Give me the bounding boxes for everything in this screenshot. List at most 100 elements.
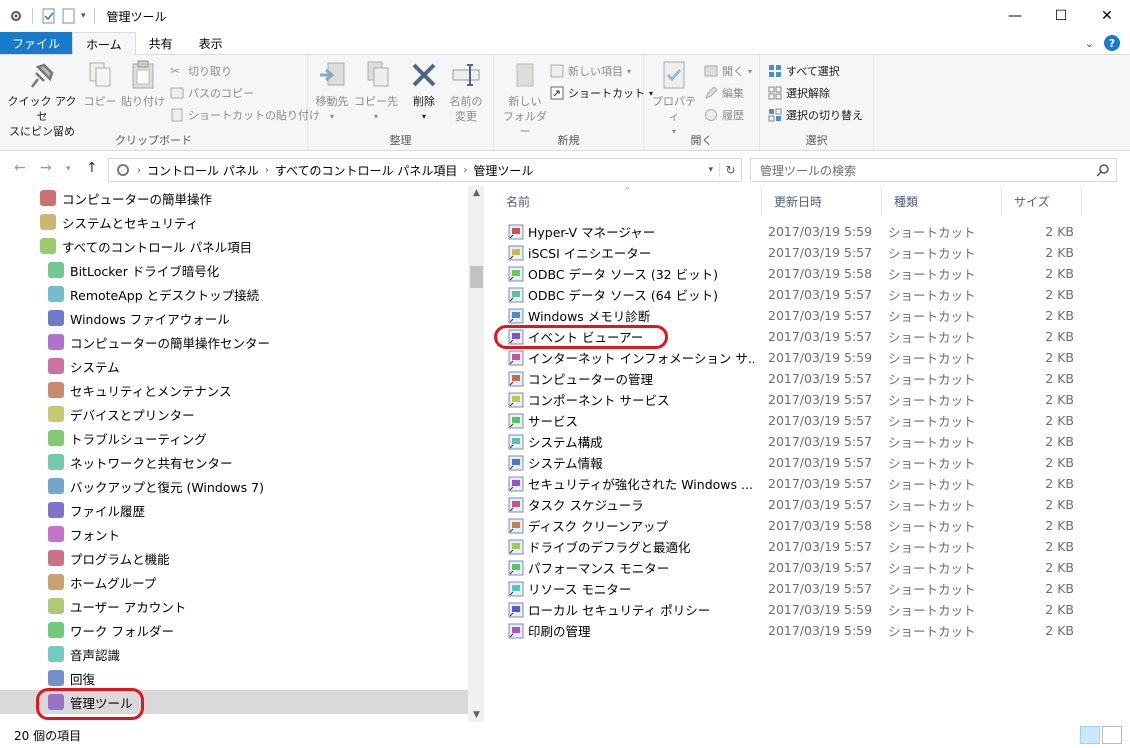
tab-share[interactable]: 共有 <box>136 32 186 54</box>
paste-shortcut-button[interactable]: ショートカットの貼り付け <box>170 105 320 125</box>
scroll-down-arrow-icon[interactable]: ▼ <box>468 710 484 720</box>
nav-item[interactable]: すべてのコントロール パネル項目 <box>0 234 468 258</box>
file-row[interactable]: ODBC データ ソース (32 ビット) 2017/03/19 5:58 ショート… <box>494 263 1094 284</box>
column-header-date[interactable]: 更新日時 <box>762 186 882 216</box>
minimize-button[interactable]: — <box>992 0 1038 32</box>
nav-item[interactable]: バックアップと復元 (Windows 7) <box>0 474 468 498</box>
nav-item[interactable]: システムとセキュリティ <box>0 210 468 234</box>
file-row[interactable]: パフォーマンス モニター 2017/03/19 5:57 ショートカット 2 KB <box>494 557 1094 578</box>
maximize-button[interactable]: ☐ <box>1038 0 1084 32</box>
tab-view[interactable]: 表示 <box>186 32 236 54</box>
tab-home[interactable]: ホーム <box>72 32 136 55</box>
file-row[interactable]: コンピューターの管理 2017/03/19 5:57 ショートカット 2 KB <box>494 368 1094 389</box>
new-item-button[interactable]: 新しい項目 ▾ <box>550 61 631 81</box>
nav-item[interactable]: トラブルシューティング <box>0 426 468 450</box>
chevron-down-icon[interactable]: ▾ <box>81 11 86 21</box>
scroll-thumb[interactable] <box>470 266 483 288</box>
properties-button[interactable]: プロパティ ▾ <box>650 59 698 139</box>
up-arrow-icon[interactable]: ↑ <box>86 160 98 176</box>
file-row[interactable]: Hyper-V マネージャー 2017/03/19 5:59 ショートカット 2 KB <box>494 221 1094 242</box>
nav-item[interactable]: ホームグループ <box>0 570 468 594</box>
file-row[interactable]: Windows メモリ診断 2017/03/19 5:57 ショートカット 2 KB <box>494 305 1094 326</box>
nav-item[interactable]: デバイスとプリンター <box>0 402 468 426</box>
new-folder-icon[interactable] <box>61 8 77 24</box>
file-row[interactable]: ローカル セキュリティ ポリシー 2017/03/19 5:59 ショートカット 2 … <box>494 599 1094 620</box>
nav-item[interactable]: Windows ファイアウォール <box>0 306 468 330</box>
nav-item[interactable]: ユーザー アカウント <box>0 594 468 618</box>
invert-selection-button[interactable]: 選択の切り替え <box>768 105 863 125</box>
back-arrow-icon[interactable]: ← <box>14 160 26 176</box>
nav-item[interactable]: ネットワークと共有センター <box>0 450 468 474</box>
refresh-icon[interactable]: ↻ <box>719 163 741 177</box>
select-none-button[interactable]: 選択解除 <box>768 83 830 103</box>
address-dropdown-chevron-icon[interactable]: ▾ <box>708 165 713 175</box>
details-view-button[interactable] <box>1080 726 1100 744</box>
nav-item[interactable]: 音声認識 <box>0 642 468 666</box>
file-row[interactable]: リソース モニター 2017/03/19 5:57 ショートカット 2 KB <box>494 578 1094 599</box>
breadcrumb-separator-icon[interactable]: › <box>463 165 467 176</box>
properties-check-icon[interactable] <box>41 8 57 24</box>
file-row[interactable]: タスク スケジューラ 2017/03/19 5:57 ショートカット 2 KB <box>494 494 1094 515</box>
properties-gear-icon[interactable] <box>8 8 24 24</box>
nav-item[interactable]: プログラムと機能 <box>0 546 468 570</box>
copy-path-button[interactable]: パスのコピー <box>170 83 254 103</box>
ribbon-expand-chevron-icon[interactable]: ⌄ <box>1085 37 1094 50</box>
file-row[interactable]: iSCSI イニシエーター 2017/03/19 5:57 ショートカット 2 KB <box>494 242 1094 263</box>
help-icon[interactable]: ? <box>1104 35 1120 51</box>
history-button[interactable]: 履歴 <box>704 105 744 125</box>
scroll-up-arrow-icon[interactable]: ▲ <box>468 188 484 198</box>
select-all-button[interactable]: すべて選択 <box>768 61 840 81</box>
copy-button[interactable]: コピー <box>80 59 120 109</box>
nav-item[interactable]: 回復 <box>0 666 468 690</box>
nav-scrollbar[interactable]: ▲ ▼ <box>468 186 484 722</box>
move-to-button[interactable]: 移動先 ▾ <box>312 59 352 124</box>
breadcrumb-all-items[interactable]: すべてのコントロール パネル項目 <box>275 162 458 179</box>
nav-item[interactable]: セキュリティとメンテナンス <box>0 378 468 402</box>
nav-item[interactable]: コンピューターの簡単操作 <box>0 186 468 210</box>
file-row[interactable]: システム構成 2017/03/19 5:57 ショートカット 2 KB <box>494 431 1094 452</box>
file-row[interactable]: ディスク クリーンアップ 2017/03/19 5:58 ショートカット 2 KB <box>494 515 1094 536</box>
column-header-name[interactable]: 名前 <box>494 186 762 216</box>
cut-button[interactable]: ✂ 切り取り <box>170 61 232 81</box>
file-row[interactable]: システム情報 2017/03/19 5:57 ショートカット 2 KB <box>494 452 1094 473</box>
pin-quick-access-button[interactable]: クイック アクセ スにピン留め <box>6 59 78 139</box>
search-input[interactable]: 管理ツールの検索 <box>750 158 1117 182</box>
breadcrumb-separator-icon[interactable]: › <box>137 165 141 176</box>
nav-item[interactable]: コンピューターの簡単操作センター <box>0 330 468 354</box>
address-bar[interactable]: › コントロール パネル › すべてのコントロール パネル項目 › 管理ツール … <box>108 158 742 182</box>
easy-access-button[interactable]: ショートカット ▾ <box>550 83 653 103</box>
file-row[interactable]: コンポーネント サービス 2017/03/19 5:57 ショートカット 2 KB <box>494 389 1094 410</box>
nav-item-partial[interactable] <box>0 714 468 722</box>
paste-button[interactable]: 貼り付け <box>120 59 166 109</box>
file-row[interactable]: ODBC データ ソース (64 ビット) 2017/03/19 5:57 ショート… <box>494 284 1094 305</box>
nav-item[interactable]: 管理ツール <box>0 690 468 714</box>
rename-button[interactable]: 名前の 変更 <box>446 59 486 124</box>
breadcrumb-separator-icon[interactable]: › <box>265 165 269 176</box>
forward-arrow-icon[interactable]: → <box>40 160 52 176</box>
edit-button[interactable]: 編集 <box>704 83 744 103</box>
column-header-type[interactable]: 種類 <box>882 186 1002 216</box>
column-header-size[interactable]: サイズ <box>1002 186 1082 216</box>
file-row[interactable]: インターネット インフォメーション サ... 2017/03/19 5:59 ショー… <box>494 347 1094 368</box>
nav-item[interactable]: BitLocker ドライブ暗号化 <box>0 258 468 282</box>
breadcrumb-control-panel[interactable]: コントロール パネル <box>147 162 259 179</box>
file-row[interactable]: ドライブのデフラグと最適化 2017/03/19 5:57 ショートカット 2 KB <box>494 536 1094 557</box>
copy-to-button[interactable]: コピー先 ▾ <box>354 59 398 124</box>
delete-button[interactable]: 削除 ▾ <box>406 59 442 124</box>
nav-item[interactable]: RemoteApp とデスクトップ接続 <box>0 282 468 306</box>
breadcrumb-admin-tools[interactable]: 管理ツール <box>473 162 533 179</box>
nav-item[interactable]: ファイル履歴 <box>0 498 468 522</box>
open-button[interactable]: 開く ▾ <box>704 61 752 81</box>
nav-item[interactable]: ワーク フォルダー <box>0 618 468 642</box>
nav-item[interactable]: システム <box>0 354 468 378</box>
file-row[interactable]: サービス 2017/03/19 5:57 ショートカット 2 KB <box>494 410 1094 431</box>
file-row[interactable]: セキュリティが強化された Windows ... 2017/03/19 5:57 シ… <box>494 473 1094 494</box>
recent-locations-chevron-icon[interactable]: ▾ <box>66 164 71 174</box>
tab-file[interactable]: ファイル <box>0 32 73 54</box>
large-icons-view-button[interactable] <box>1102 726 1122 744</box>
close-button[interactable]: ✕ <box>1084 0 1130 32</box>
nav-item[interactable]: フォント <box>0 522 468 546</box>
new-folder-button[interactable]: 新しい フォルダー <box>498 59 552 139</box>
file-row[interactable]: イベント ビューアー 2017/03/19 5:57 ショートカット 2 KB <box>494 326 1094 347</box>
file-row[interactable]: 印刷の管理 2017/03/19 5:59 ショートカット 2 KB <box>494 620 1094 641</box>
